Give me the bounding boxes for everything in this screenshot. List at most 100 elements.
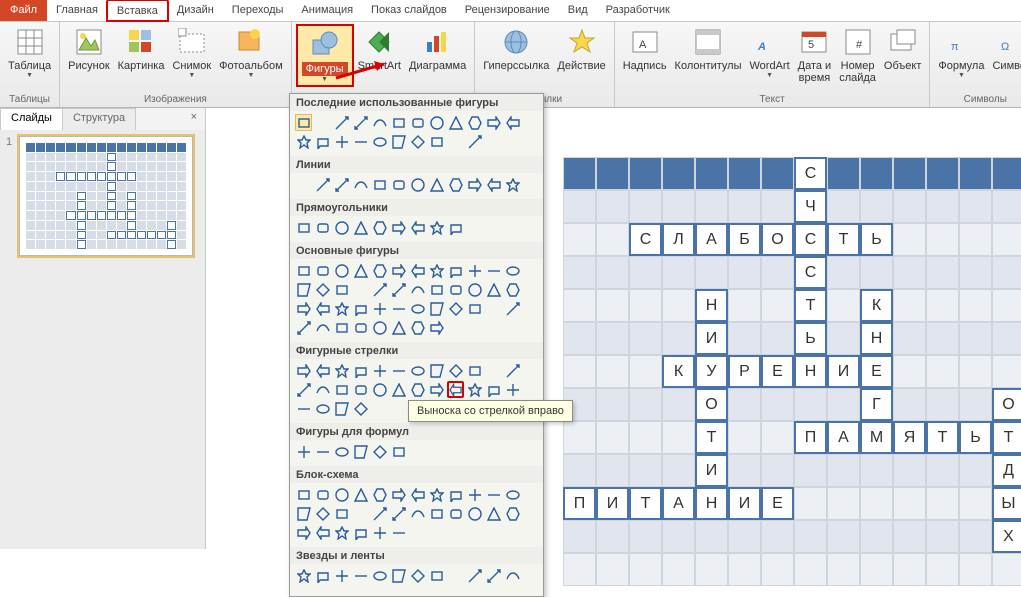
shape-option[interactable]	[314, 262, 331, 279]
crossword-cell[interactable]: Т	[695, 421, 728, 454]
slide-thumb[interactable]	[19, 136, 193, 256]
shape-option[interactable]	[295, 362, 312, 379]
crossword-cell[interactable]: О	[761, 223, 794, 256]
shape-option[interactable]	[447, 133, 464, 150]
shape-option[interactable]	[333, 362, 350, 379]
crossword-cell[interactable]: И	[728, 487, 761, 520]
crossword-cell[interactable]: Г	[860, 388, 893, 421]
shape-option[interactable]	[390, 176, 407, 193]
album-button[interactable]: Фотоальбом ▼	[215, 24, 287, 81]
shape-option[interactable]	[504, 362, 521, 379]
shape-option[interactable]	[409, 262, 426, 279]
shape-option[interactable]	[352, 176, 369, 193]
shape-option[interactable]	[390, 486, 407, 503]
shape-option[interactable]	[390, 281, 407, 298]
tab-home[interactable]: Главная	[47, 0, 107, 21]
shape-option[interactable]	[352, 400, 369, 417]
shape-option[interactable]	[447, 381, 464, 398]
shape-option[interactable]	[314, 362, 331, 379]
crossword-cell[interactable]: Н	[695, 487, 728, 520]
shape-option[interactable]	[352, 443, 369, 460]
shape-option[interactable]	[371, 486, 388, 503]
shape-option[interactable]	[485, 486, 502, 503]
shape-option[interactable]	[504, 176, 521, 193]
crossword-cell[interactable]: С	[794, 256, 827, 289]
crossword-cell[interactable]: К	[662, 355, 695, 388]
clipart-button[interactable]: Картинка	[114, 24, 169, 74]
shape-option[interactable]	[333, 114, 350, 131]
shape-option[interactable]	[371, 114, 388, 131]
shape-option[interactable]	[295, 114, 312, 131]
shape-option[interactable]	[352, 362, 369, 379]
shape-option[interactable]	[390, 567, 407, 584]
shape-option[interactable]	[333, 486, 350, 503]
shape-option[interactable]	[333, 262, 350, 279]
shape-option[interactable]	[314, 381, 331, 398]
shape-option[interactable]	[409, 486, 426, 503]
tab-transitions[interactable]: Переходы	[223, 0, 293, 21]
shape-option[interactable]	[371, 281, 388, 298]
shape-option[interactable]	[295, 319, 312, 336]
shape-option[interactable]	[447, 300, 464, 317]
crossword-cell[interactable]: И	[596, 487, 629, 520]
shape-option[interactable]	[428, 319, 445, 336]
tab-slideshow[interactable]: Показ слайдов	[362, 0, 456, 21]
shape-option[interactable]	[390, 219, 407, 236]
shape-option[interactable]	[466, 567, 483, 584]
crossword-cell[interactable]: Н	[860, 322, 893, 355]
shape-option[interactable]	[466, 114, 483, 131]
shape-option[interactable]	[314, 400, 331, 417]
shape-option[interactable]	[409, 319, 426, 336]
shape-option[interactable]	[333, 381, 350, 398]
shape-option[interactable]	[333, 176, 350, 193]
shape-option[interactable]	[466, 381, 483, 398]
shape-option[interactable]	[314, 176, 331, 193]
crossword-cell[interactable]: Ы	[992, 487, 1021, 520]
shape-option[interactable]	[371, 300, 388, 317]
shape-option[interactable]	[447, 219, 464, 236]
shape-option[interactable]	[314, 524, 331, 541]
crossword-cell[interactable]: И	[827, 355, 860, 388]
shape-option[interactable]	[409, 381, 426, 398]
crossword-cell[interactable]: Л	[662, 223, 695, 256]
shape-option[interactable]	[371, 319, 388, 336]
shape-option[interactable]	[466, 176, 483, 193]
shape-option[interactable]	[466, 281, 483, 298]
shape-option[interactable]	[466, 362, 483, 379]
shape-option[interactable]	[409, 219, 426, 236]
shape-option[interactable]	[428, 262, 445, 279]
shape-option[interactable]	[409, 133, 426, 150]
shape-option[interactable]	[485, 362, 502, 379]
crossword-cell[interactable]: Т	[827, 223, 860, 256]
crossword-cell[interactable]: К	[860, 289, 893, 322]
shape-option[interactable]	[485, 262, 502, 279]
tab-animation[interactable]: Анимация	[292, 0, 362, 21]
shape-option[interactable]	[371, 505, 388, 522]
crossword-cell[interactable]: П	[794, 421, 827, 454]
shape-option[interactable]	[390, 133, 407, 150]
shape-option[interactable]	[371, 176, 388, 193]
shape-option[interactable]	[485, 176, 502, 193]
shape-option[interactable]	[466, 300, 483, 317]
picture-button[interactable]: Рисунок	[64, 24, 114, 74]
crossword-cell[interactable]: Т	[794, 289, 827, 322]
object-button[interactable]: Объект	[880, 24, 925, 74]
shape-option[interactable]	[428, 114, 445, 131]
shape-option[interactable]	[504, 381, 521, 398]
shape-option[interactable]	[371, 219, 388, 236]
screenshot-button[interactable]: Снимок ▼	[168, 24, 215, 81]
action-button[interactable]: Действие	[553, 24, 609, 74]
shape-option[interactable]	[390, 114, 407, 131]
crossword-cell[interactable]: Р	[728, 355, 761, 388]
crossword-cell[interactable]: Е	[761, 487, 794, 520]
shape-option[interactable]	[390, 524, 407, 541]
shape-option[interactable]	[314, 133, 331, 150]
table-button[interactable]: Таблица ▼	[4, 24, 55, 81]
shape-option[interactable]	[466, 133, 483, 150]
tab-design[interactable]: Дизайн	[168, 0, 223, 21]
shape-option[interactable]	[371, 362, 388, 379]
shape-option[interactable]	[447, 505, 464, 522]
shape-option[interactable]	[352, 486, 369, 503]
crossword-cell[interactable]: С	[629, 223, 662, 256]
shape-option[interactable]	[295, 262, 312, 279]
